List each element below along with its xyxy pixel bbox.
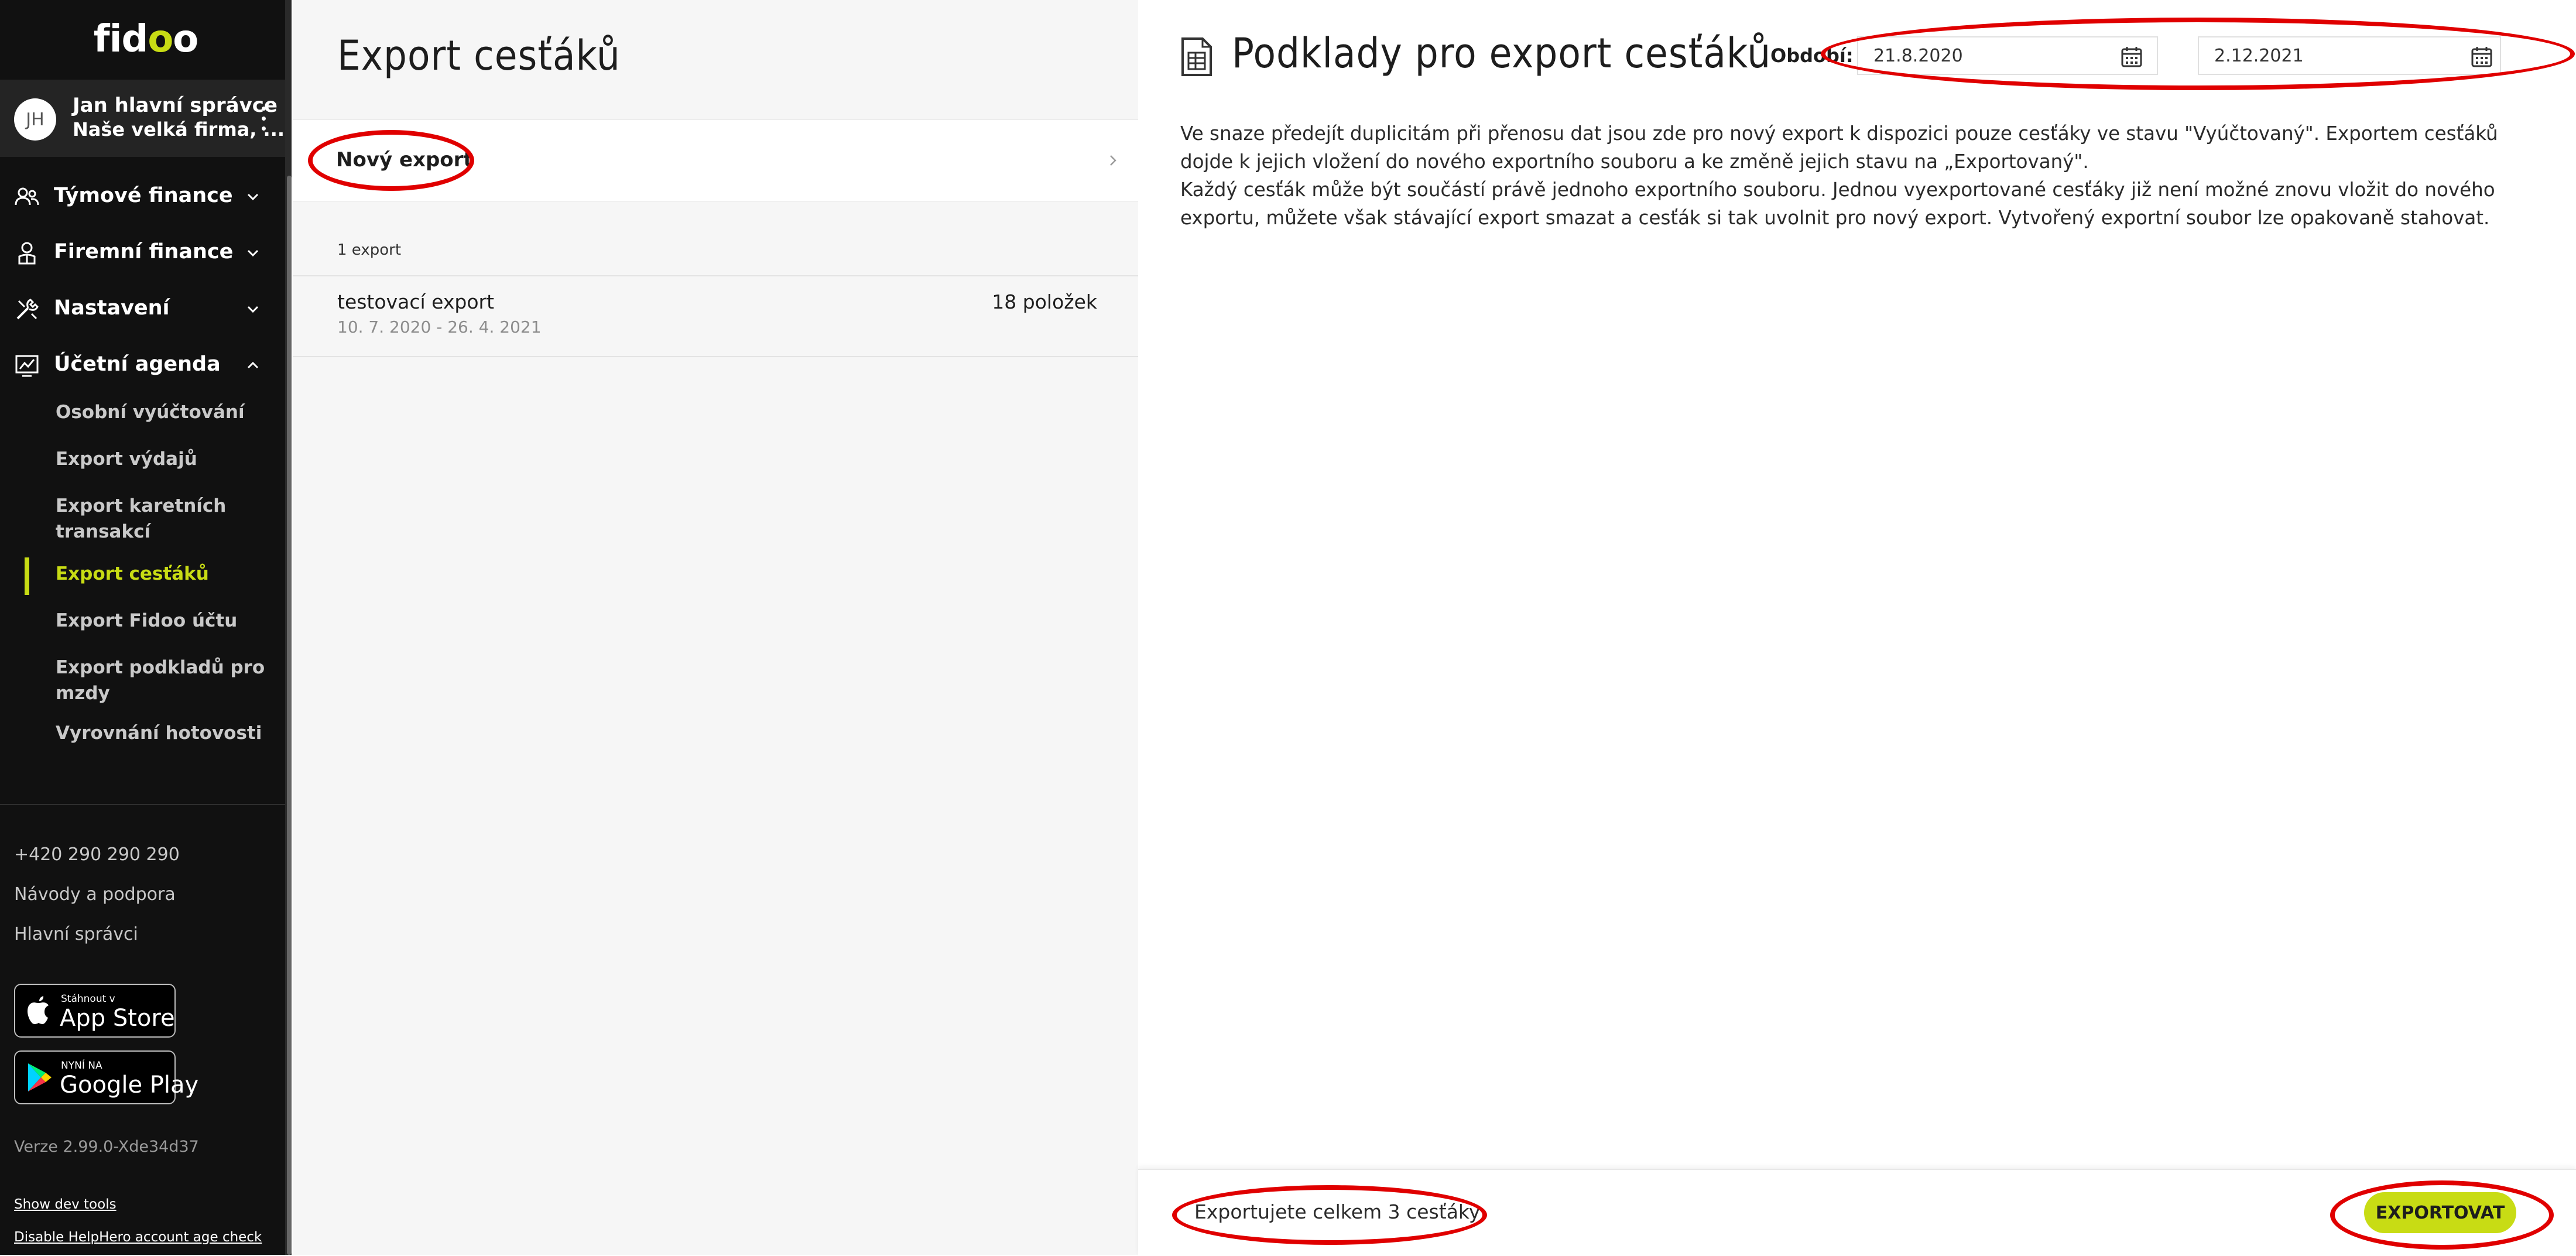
admins-link[interactable]: Hlavní správci xyxy=(14,924,138,944)
nav-label: Týmové finance xyxy=(54,184,233,207)
nav-company-finance[interactable]: Firemní finance xyxy=(0,227,285,279)
nav-accounting[interactable]: Účetní agenda xyxy=(0,340,285,391)
new-export-item[interactable]: Nový export xyxy=(293,119,1138,201)
date-to-value: 2.12.2021 xyxy=(2214,46,2304,66)
export-list-item[interactable]: testovací export 10. 7. 2020 - 26. 4. 20… xyxy=(293,276,1138,356)
export-detail-panel: Podklady pro export cesťáků Období: 21.8… xyxy=(1138,0,2576,1256)
nav-label: Firemní finance xyxy=(54,240,234,263)
date-to-field[interactable]: 2.12.2021 xyxy=(2198,36,2501,75)
subnav-card-transactions-export[interactable]: Export karetních transakcí xyxy=(56,493,266,545)
subnav-fidoo-account-export[interactable]: Export Fidoo účtu xyxy=(56,608,266,634)
user-company: Naše velká firma, ... xyxy=(73,118,285,141)
more-options-icon[interactable] xyxy=(258,104,269,134)
chevron-up-icon xyxy=(247,361,259,369)
show-dev-tools-link[interactable]: Show dev tools xyxy=(14,1197,117,1212)
accounting-icon xyxy=(15,355,39,377)
exports-panel: Export cesťáků Nový export 1 export test… xyxy=(293,0,1138,1255)
sidebar: fidoo JH Jan hlavní správce Naše velká f… xyxy=(0,0,292,1255)
export-count: 1 export xyxy=(337,241,402,259)
date-from-value: 21.8.2020 xyxy=(1873,46,1963,66)
team-icon xyxy=(15,187,39,206)
nav-team-finance[interactable]: Týmové finance xyxy=(0,171,285,223)
chevron-right-icon xyxy=(1110,155,1116,166)
export-item-count: 18 položek xyxy=(992,290,1097,313)
export-name: testovací export xyxy=(337,290,495,313)
google-play-badge[interactable]: NYNÍ NA Google Play xyxy=(14,1050,198,1104)
calendar-icon[interactable] xyxy=(2121,46,2143,68)
subnav-travel-export[interactable]: Export cesťáků xyxy=(56,561,266,587)
logo-text-part: fid xyxy=(93,18,149,61)
help-link[interactable]: Návody a podpora xyxy=(14,884,176,905)
logo-text-accent: o xyxy=(148,18,173,61)
description-paragraph: Každý cesťák může být součástí právě jed… xyxy=(1180,179,2495,229)
nav-settings[interactable]: Nastavení xyxy=(0,283,285,335)
date-from-field[interactable]: 21.8.2020 xyxy=(1857,36,2158,75)
disable-helphero-link[interactable]: Disable HelpHero account age check xyxy=(14,1230,262,1245)
description-paragraph: Ve snaze předejít duplicitám při přenosu… xyxy=(1180,122,2498,173)
apple-icon xyxy=(28,996,49,1024)
user-panel[interactable]: JH Jan hlavní správce Naše velká firma, … xyxy=(0,80,285,157)
sidebar-divider xyxy=(0,804,285,805)
app-version: Verze 2.99.0-Xde34d37 xyxy=(14,1138,199,1156)
nav-label: Účetní agenda xyxy=(54,352,221,376)
calendar-icon[interactable] xyxy=(2471,46,2493,68)
chevron-down-icon xyxy=(247,193,259,201)
list-divider xyxy=(293,356,1138,357)
sidebar-scrollbar-thumb[interactable] xyxy=(287,176,292,1255)
detail-title: Podklady pro export cesťáků xyxy=(1232,29,1772,77)
badge-title: App Store xyxy=(60,1005,175,1032)
avatar: JH xyxy=(14,98,56,141)
user-name: Jan hlavní správce xyxy=(73,94,278,117)
badge-caption: NYNÍ NA xyxy=(61,1060,102,1072)
badge-caption: Stáhnout v xyxy=(61,993,115,1005)
page-title: Export cesťáků xyxy=(337,32,621,80)
active-indicator xyxy=(25,557,29,595)
subnav-payroll-export[interactable]: Export podkladů pro mzdy xyxy=(56,655,266,706)
document-icon xyxy=(1181,37,1212,76)
subnav-cash-settlement[interactable]: Vyrovnání hotovosti xyxy=(56,720,266,746)
export-dates: 10. 7. 2020 - 26. 4. 2021 xyxy=(337,317,542,337)
settings-icon xyxy=(16,299,39,320)
export-summary: Exportujete celkem 3 cesťáky xyxy=(1194,1200,1481,1223)
export-description: Ve snaze předejít duplicitám při přenosu… xyxy=(1180,119,2544,232)
company-icon xyxy=(18,242,36,265)
chevron-down-icon xyxy=(247,249,259,257)
new-export-label: Nový export xyxy=(336,148,473,172)
app-store-badge[interactable]: Stáhnout v App Store xyxy=(14,984,176,1038)
subnav-personal-settlement[interactable]: Osobní vyúčtování xyxy=(56,399,266,425)
export-button[interactable]: EXPORTOVAT xyxy=(2364,1192,2516,1233)
subnav-expense-export[interactable]: Export výdajů xyxy=(56,446,266,472)
badge-title: Google Play xyxy=(60,1072,199,1098)
fidoo-logo[interactable]: fidoo xyxy=(0,0,292,78)
phone-link[interactable]: +420 290 290 290 xyxy=(14,844,180,865)
export-footer: Exportujete celkem 3 cesťáky EXPORTOVAT xyxy=(1138,1169,2576,1256)
period-label: Období: xyxy=(1770,45,1854,67)
nav-label: Nastavení xyxy=(54,296,170,320)
chevron-down-icon xyxy=(247,306,259,313)
logo-text-end: o xyxy=(173,18,198,61)
google-play-icon xyxy=(28,1063,52,1091)
